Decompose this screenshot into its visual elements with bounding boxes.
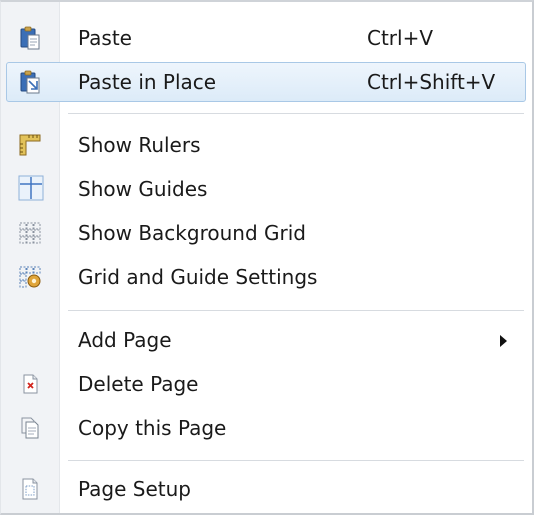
menu-item-show-background-grid[interactable]: Show Background Grid: [6, 213, 526, 253]
menu-item-label: Paste in Place: [78, 70, 217, 94]
shortcut-text: Ctrl+Shift+V: [367, 70, 496, 94]
menu-item-delete-page[interactable]: Delete Page: [6, 364, 526, 404]
menu-item-label: Delete Page: [78, 372, 199, 396]
menu-item-grid-and-guide-settings[interactable]: Grid and Guide Settings: [6, 257, 526, 297]
menu-item-label: Grid and Guide Settings: [78, 265, 318, 289]
menu-item-label: Show Guides: [78, 177, 208, 201]
submenu-arrow-icon: [500, 335, 507, 347]
menu-item-label: Paste: [78, 26, 132, 50]
ruler-icon: [18, 133, 42, 157]
menu-item-label: Add Page: [78, 328, 172, 352]
page-setup-icon: [18, 477, 42, 501]
shortcut-text: Ctrl+V: [367, 26, 434, 50]
menu-item-paste-in-place[interactable]: Paste in Place Ctrl+Shift+V: [6, 62, 526, 102]
paste-in-place-icon: [18, 70, 42, 94]
guides-icon: [18, 175, 44, 201]
menu-item-copy-this-page[interactable]: Copy this Page: [6, 408, 526, 448]
menu-item-label: Show Rulers: [78, 133, 201, 157]
paste-icon: [18, 26, 42, 50]
menu-item-page-setup[interactable]: Page Setup: [6, 469, 526, 509]
menu-item-label: Page Setup: [78, 477, 191, 501]
menu-item-label: Show Background Grid: [78, 221, 306, 245]
menu-item-paste[interactable]: Paste Ctrl+V: [6, 18, 526, 58]
menu-item-label: Copy this Page: [78, 416, 227, 440]
menu-separator: [68, 113, 524, 115]
grid-icon: [18, 221, 42, 245]
context-menu: Paste Ctrl+V Paste in Place Ctrl+Shift+V: [0, 0, 534, 515]
grid-settings-icon: [18, 265, 42, 289]
menu-item-show-guides[interactable]: Show Guides: [6, 169, 526, 209]
menu-separator: [68, 310, 524, 312]
menu-item-show-rulers[interactable]: Show Rulers: [6, 125, 526, 165]
copy-page-icon: [18, 416, 42, 440]
delete-page-icon: [18, 372, 42, 396]
menu-item-add-page[interactable]: Add Page: [6, 320, 526, 360]
menu-separator: [68, 460, 524, 462]
